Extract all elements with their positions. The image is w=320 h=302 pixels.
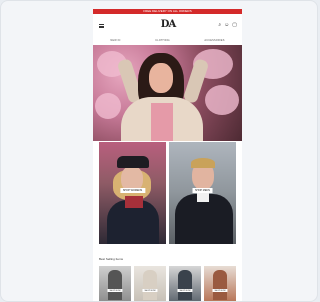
product-label[interactable]: SHOP NOW	[177, 289, 193, 292]
product-card[interactable]: SHOP NOW	[99, 266, 131, 301]
product-label[interactable]: SHOP NOW	[107, 289, 123, 292]
tile-figure-scarf	[125, 196, 143, 208]
tile-womens[interactable]: SHOP WOMENS	[99, 142, 166, 244]
product-figure	[213, 270, 227, 300]
header-icons: ⌕ ☺ ▢	[218, 23, 237, 28]
product-figure	[143, 270, 157, 300]
category-tiles: SHOP WOMENS SHOP MENS	[99, 142, 236, 244]
tile-womens-label[interactable]: SHOP WOMENS	[119, 188, 146, 193]
product-card[interactable]: SHOP NOW	[134, 266, 166, 301]
blossom-shape	[205, 85, 239, 115]
product-row: SHOP NOW SHOP NOW SHOP NOW SHOP NOW	[99, 266, 242, 301]
nav-item-clothing[interactable]: CLOTHING	[155, 39, 170, 42]
section-title: Best Selling Items	[99, 257, 124, 261]
product-card[interactable]: SHOP NOW	[169, 266, 201, 301]
tile-figure-collar	[197, 192, 209, 202]
tile-mens[interactable]: SHOP MENS	[169, 142, 236, 244]
main-nav: NEW IN CLOTHING ACCESSORIES	[93, 36, 242, 44]
site-header: DA ⌕ ☺ ▢	[93, 14, 242, 36]
search-icon[interactable]: ⌕	[218, 23, 221, 28]
nav-item-accessories[interactable]: ACCESSORIES	[204, 39, 224, 42]
product-figure	[178, 270, 192, 300]
page-frame: FREE DELIVERY ON ALL ORDERS DA ⌕ ☺ ▢ NEW…	[0, 0, 318, 302]
hero-figure-face	[149, 63, 173, 93]
site-logo[interactable]: DA	[159, 19, 177, 30]
product-card[interactable]: SHOP NOW	[204, 266, 236, 301]
tile-figure-hair	[191, 158, 215, 168]
product-label[interactable]: SHOP NOW	[212, 289, 228, 292]
tile-figure-hat	[117, 156, 149, 168]
nav-item-new-in[interactable]: NEW IN	[110, 39, 120, 42]
hero-figure-top	[151, 103, 173, 141]
blossom-shape	[95, 93, 121, 119]
user-icon[interactable]: ☺	[224, 23, 229, 28]
product-label[interactable]: SHOP NOW	[142, 289, 158, 292]
product-figure	[108, 270, 122, 300]
tile-mens-label[interactable]: SHOP MENS	[192, 188, 213, 193]
menu-icon[interactable]	[99, 24, 104, 28]
hero-image[interactable]	[93, 45, 242, 141]
bag-icon[interactable]: ▢	[232, 23, 237, 28]
